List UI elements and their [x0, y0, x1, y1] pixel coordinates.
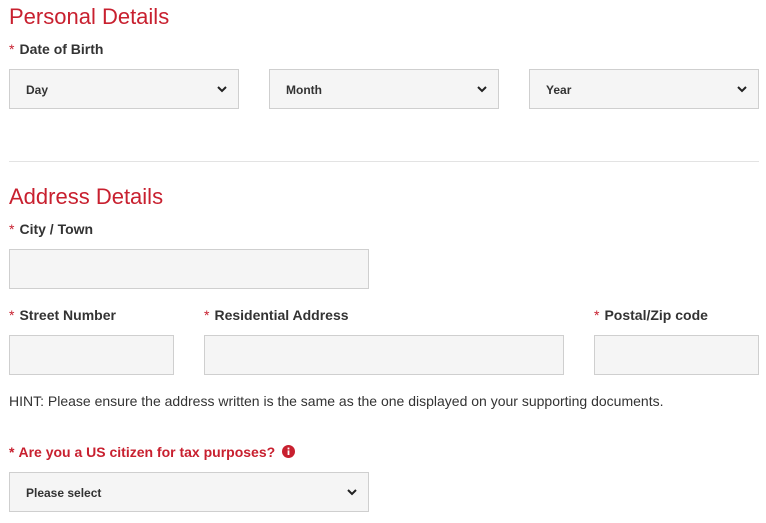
postal-code-label: * Postal/Zip code: [594, 308, 708, 322]
dob-label: * Date of Birth: [9, 42, 103, 56]
required-marker: *: [594, 307, 600, 323]
us-citizen-question: * Are you a US citizen for tax purposes?: [9, 444, 296, 460]
dob-label-text: Date of Birth: [19, 41, 104, 57]
street-number-input[interactable]: [9, 335, 174, 375]
residential-address-label-text: Residential Address: [214, 307, 349, 323]
required-marker: *: [9, 307, 15, 323]
city-input[interactable]: [9, 249, 369, 289]
us-citizen-select[interactable]: Please select: [9, 472, 369, 512]
month-select[interactable]: Month: [269, 69, 499, 109]
us-citizen-select-value: Please select: [26, 486, 102, 500]
required-marker: *: [204, 307, 210, 323]
section-divider: [9, 161, 759, 162]
required-marker: *: [9, 41, 15, 57]
chevron-down-icon: [347, 489, 357, 496]
street-number-label: * Street Number: [9, 308, 116, 322]
postal-code-input[interactable]: [594, 335, 759, 375]
street-number-label-text: Street Number: [19, 307, 116, 323]
day-select-value: Day: [26, 83, 49, 97]
month-select-value: Month: [286, 83, 322, 97]
residential-address-input[interactable]: [204, 335, 564, 375]
city-label-text: City / Town: [19, 221, 94, 237]
info-circle-icon[interactable]: [282, 445, 296, 458]
required-marker: *: [9, 221, 15, 237]
address-details-heading: Address Details: [9, 184, 164, 209]
chevron-down-icon: [477, 86, 487, 93]
year-select-value: Year: [546, 83, 572, 97]
year-select[interactable]: Year: [529, 69, 759, 109]
address-hint: HINT: Please ensure the address written …: [9, 393, 664, 409]
residential-address-label: * Residential Address: [204, 308, 349, 322]
required-marker: *: [9, 444, 15, 460]
city-label: * City / Town: [9, 222, 93, 236]
personal-details-heading: Personal Details: [9, 4, 170, 29]
day-select[interactable]: Day: [9, 69, 239, 109]
chevron-down-icon: [217, 86, 227, 93]
chevron-down-icon: [737, 86, 747, 93]
us-citizen-question-text: Are you a US citizen for tax purposes?: [18, 444, 276, 460]
postal-code-label-text: Postal/Zip code: [604, 307, 708, 323]
